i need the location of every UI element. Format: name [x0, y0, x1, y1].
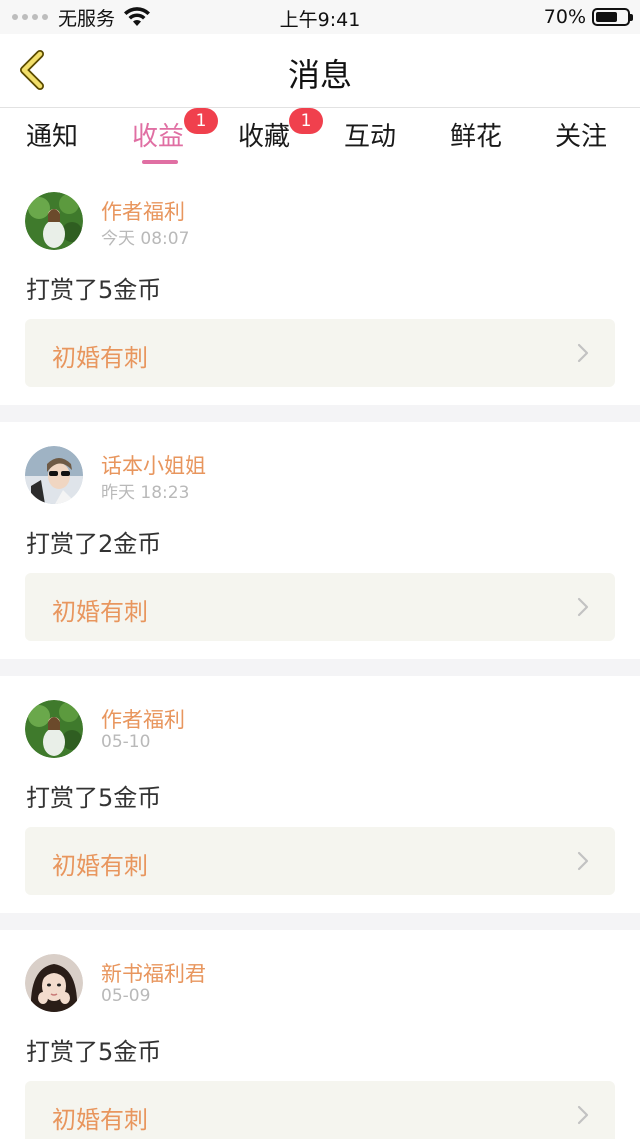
tab-flowers[interactable]: 鲜花: [450, 116, 502, 153]
book-title: 初婚有刺: [52, 344, 148, 372]
tab-interactions[interactable]: 互动: [344, 116, 396, 153]
sender-name[interactable]: 新书福利君: [101, 958, 206, 988]
chevron-right-icon: [577, 1105, 589, 1125]
status-right: 70%: [543, 5, 633, 29]
avatar[interactable]: [25, 954, 83, 1012]
message-time: 05-09: [101, 986, 151, 1006]
battery-percent: 70%: [543, 6, 586, 28]
tab-earnings[interactable]: 收益 1: [132, 108, 218, 164]
tab-label: 关注: [555, 122, 608, 152]
message-text: 打赏了2金币: [26, 530, 162, 558]
status-bar: 无服务 上午9:41 70%: [0, 0, 640, 34]
avatar[interactable]: [25, 192, 83, 250]
book-link[interactable]: 初婚有刺: [25, 827, 615, 895]
message-card: 作者福利 05-10 打赏了5金币 初婚有刺: [0, 676, 640, 913]
message-text: 打赏了5金币: [26, 1038, 162, 1066]
tab-label: 互动: [344, 122, 397, 152]
message-card: 新书福利君 05-09 打赏了5金币 初婚有刺: [0, 930, 640, 1139]
tab-favorites[interactable]: 收藏 1: [238, 108, 323, 153]
book-title: 初婚有刺: [52, 1106, 148, 1134]
message-text: 打赏了5金币: [26, 784, 162, 812]
book-title: 初婚有刺: [52, 598, 148, 626]
tab-label: 收藏: [238, 122, 291, 152]
chevron-right-icon: [577, 851, 589, 871]
unread-badge: 1: [289, 108, 323, 134]
message-list: 作者福利 今天 08:07 打赏了5金币 初婚有刺 话本小姐姐 昨天 18:23…: [0, 168, 640, 1139]
message-card: 话本小姐姐 昨天 18:23 打赏了2金币 初婚有刺: [0, 422, 640, 659]
sender-name[interactable]: 话本小姐姐: [101, 450, 206, 480]
card-divider: [0, 405, 640, 422]
message-time: 05-10: [101, 732, 151, 752]
battery-fill: [596, 12, 617, 22]
chevron-right-icon: [577, 597, 589, 617]
book-link[interactable]: 初婚有刺: [25, 319, 615, 387]
battery-icon: [592, 8, 633, 26]
avatar[interactable]: [25, 446, 83, 504]
tab-label: 鲜花: [450, 122, 503, 152]
book-link[interactable]: 初婚有刺: [25, 1081, 615, 1139]
navigation-bar: 消息: [0, 34, 640, 108]
avatar[interactable]: [25, 700, 83, 758]
message-card: 作者福利 今天 08:07 打赏了5金币 初婚有刺: [0, 168, 640, 405]
message-time: 今天 08:07: [101, 229, 190, 249]
tab-label: 收益: [132, 122, 185, 152]
tab-following[interactable]: 关注: [555, 116, 607, 153]
message-text: 打赏了5金币: [26, 276, 162, 304]
unread-badge: 1: [184, 108, 218, 134]
chevron-right-icon: [577, 343, 589, 363]
book-link[interactable]: 初婚有刺: [25, 573, 615, 641]
message-category-tabs: 通知 收益 1 收藏 1 互动 鲜花 关注: [0, 108, 640, 168]
sender-name[interactable]: 作者福利: [101, 704, 185, 734]
card-divider: [0, 913, 640, 930]
sender-name[interactable]: 作者福利: [101, 196, 185, 226]
active-tab-indicator: [142, 160, 178, 164]
message-time: 昨天 18:23: [101, 483, 190, 503]
book-title: 初婚有刺: [52, 852, 148, 880]
card-divider: [0, 659, 640, 676]
tab-notifications[interactable]: 通知: [26, 116, 78, 153]
page-title: 消息: [287, 56, 352, 94]
tab-label: 通知: [26, 122, 79, 152]
